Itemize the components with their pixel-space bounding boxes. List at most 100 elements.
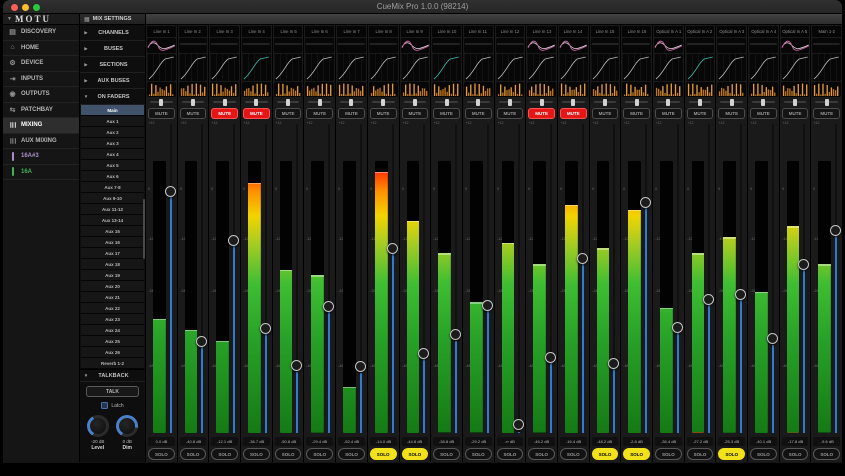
trim-handle[interactable] [603,99,607,106]
eq-thumbnail[interactable] [559,38,588,53]
on-faders-item[interactable]: Aux 20 [81,281,144,292]
dynamics-thumbnail[interactable] [401,54,430,81]
dynamics-thumbnail[interactable] [717,54,746,81]
trim-handle[interactable] [761,99,765,106]
dynamics-thumbnail[interactable] [496,54,525,81]
solo-button[interactable]: SOLO [592,448,619,460]
eq-thumbnail[interactable] [242,38,271,53]
fader-track[interactable] [233,124,235,433]
fader-knob[interactable] [545,352,556,363]
fader-track[interactable] [677,124,679,433]
trim-handle[interactable] [666,99,670,106]
mute-button[interactable]: MUTE [687,108,714,119]
trim-handle[interactable] [825,99,829,106]
on-faders-item[interactable]: Aux 26 [81,347,144,358]
trim-handle[interactable] [571,99,575,106]
eq-thumbnail[interactable] [337,38,366,53]
on-faders-item[interactable]: Aux 25 [81,336,144,347]
dynamics-thumbnail[interactable] [781,54,810,81]
dynamics-thumbnail[interactable] [527,54,556,81]
dynamics-thumbnail[interactable] [274,54,303,81]
trim-handle[interactable] [286,99,290,106]
on-faders-item[interactable]: Aux 1 [81,116,144,127]
dim-knob[interactable] [116,415,138,437]
on-faders-item[interactable]: Aux 13-14 [81,215,144,226]
settings-group-on-faders[interactable]: ▼ON FADERS [80,89,145,105]
on-faders-item[interactable]: Aux 17 [81,248,144,259]
solo-button[interactable]: SOLO [433,448,460,460]
settings-group-buses[interactable]: ▶BUSES [80,41,145,57]
settings-group-channels[interactable]: ▶CHANNELS [80,25,145,41]
mute-button[interactable]: MUTE [180,108,207,119]
on-faders-item[interactable]: Aux 15 [81,226,144,237]
on-faders-item[interactable]: Aux 24 [81,325,144,336]
trim-handle[interactable] [349,99,353,106]
settings-group-sections[interactable]: ▶SECTIONS [80,57,145,73]
fader-knob[interactable] [260,323,271,334]
sidebar-item-outputs[interactable]: ◉OUTPUTS [3,87,79,103]
eq-thumbnail[interactable] [274,38,303,53]
eq-thumbnail[interactable] [686,38,715,53]
trim-handle[interactable] [698,99,702,106]
dynamics-thumbnail[interactable] [749,54,778,81]
mute-button[interactable]: MUTE [402,108,429,119]
fader-track[interactable] [265,124,267,433]
on-faders-item[interactable]: Main [81,105,144,116]
trim-slider[interactable] [465,98,492,106]
fader-knob[interactable] [355,361,366,372]
trim-slider[interactable] [687,98,714,106]
on-faders-item[interactable]: Aux 18 [81,259,144,270]
mute-button[interactable]: MUTE [497,108,524,119]
trim-slider[interactable] [148,98,175,106]
trim-slider[interactable] [750,98,777,106]
trim-slider[interactable] [560,98,587,106]
dynamics-thumbnail[interactable] [654,54,683,81]
talkback-section-header[interactable]: ▼ TALKBACK [80,369,145,382]
mute-button[interactable]: MUTE [306,108,333,119]
eq-thumbnail[interactable] [179,38,208,53]
fader-track[interactable] [772,124,774,433]
eq-thumbnail[interactable] [622,38,651,53]
trim-handle[interactable] [730,99,734,106]
fader-track[interactable] [708,124,710,433]
eq-thumbnail[interactable] [749,38,778,53]
eq-thumbnail[interactable] [369,38,398,53]
eq-thumbnail[interactable] [401,38,430,53]
eq-thumbnail[interactable] [717,38,746,53]
trim-handle[interactable] [254,99,258,106]
fader-knob[interactable] [513,419,524,430]
fader-knob[interactable] [228,235,239,246]
dynamics-thumbnail[interactable] [337,54,366,81]
settings-group-aux-buses[interactable]: ▶AUX BUSES [80,73,145,89]
eq-thumbnail[interactable] [591,38,620,53]
trim-handle[interactable] [793,99,797,106]
mute-button[interactable]: MUTE [718,108,745,119]
trim-slider[interactable] [370,98,397,106]
sidebar-item-home[interactable]: ⌂HOME [3,41,79,57]
eq-thumbnail[interactable] [305,38,334,53]
eq-thumbnail[interactable] [812,38,841,53]
fader-knob[interactable] [196,336,207,347]
trim-slider[interactable] [528,98,555,106]
trim-handle[interactable] [635,99,639,106]
solo-button[interactable]: SOLO [211,448,238,460]
fader-track[interactable] [392,124,394,433]
trim-slider[interactable] [402,98,429,106]
dynamics-thumbnail[interactable] [179,54,208,81]
fader-track[interactable] [201,124,203,433]
trim-slider[interactable] [718,98,745,106]
fader-track[interactable] [360,124,362,433]
fader-track[interactable] [423,124,425,433]
solo-button[interactable]: SOLO [243,448,270,460]
trim-handle[interactable] [445,99,449,106]
solo-button[interactable]: SOLO [750,448,777,460]
solo-button[interactable]: SOLO [497,448,524,460]
mute-button[interactable]: MUTE [148,108,175,119]
mute-button[interactable]: MUTE [528,108,555,119]
on-faders-item[interactable]: Aux 21 [81,292,144,303]
solo-button[interactable]: SOLO [528,448,555,460]
close-button-icon[interactable] [11,4,18,11]
fader-track[interactable] [613,124,615,433]
mute-button[interactable]: MUTE [592,108,619,119]
on-faders-item[interactable]: Aux 19 [81,270,144,281]
